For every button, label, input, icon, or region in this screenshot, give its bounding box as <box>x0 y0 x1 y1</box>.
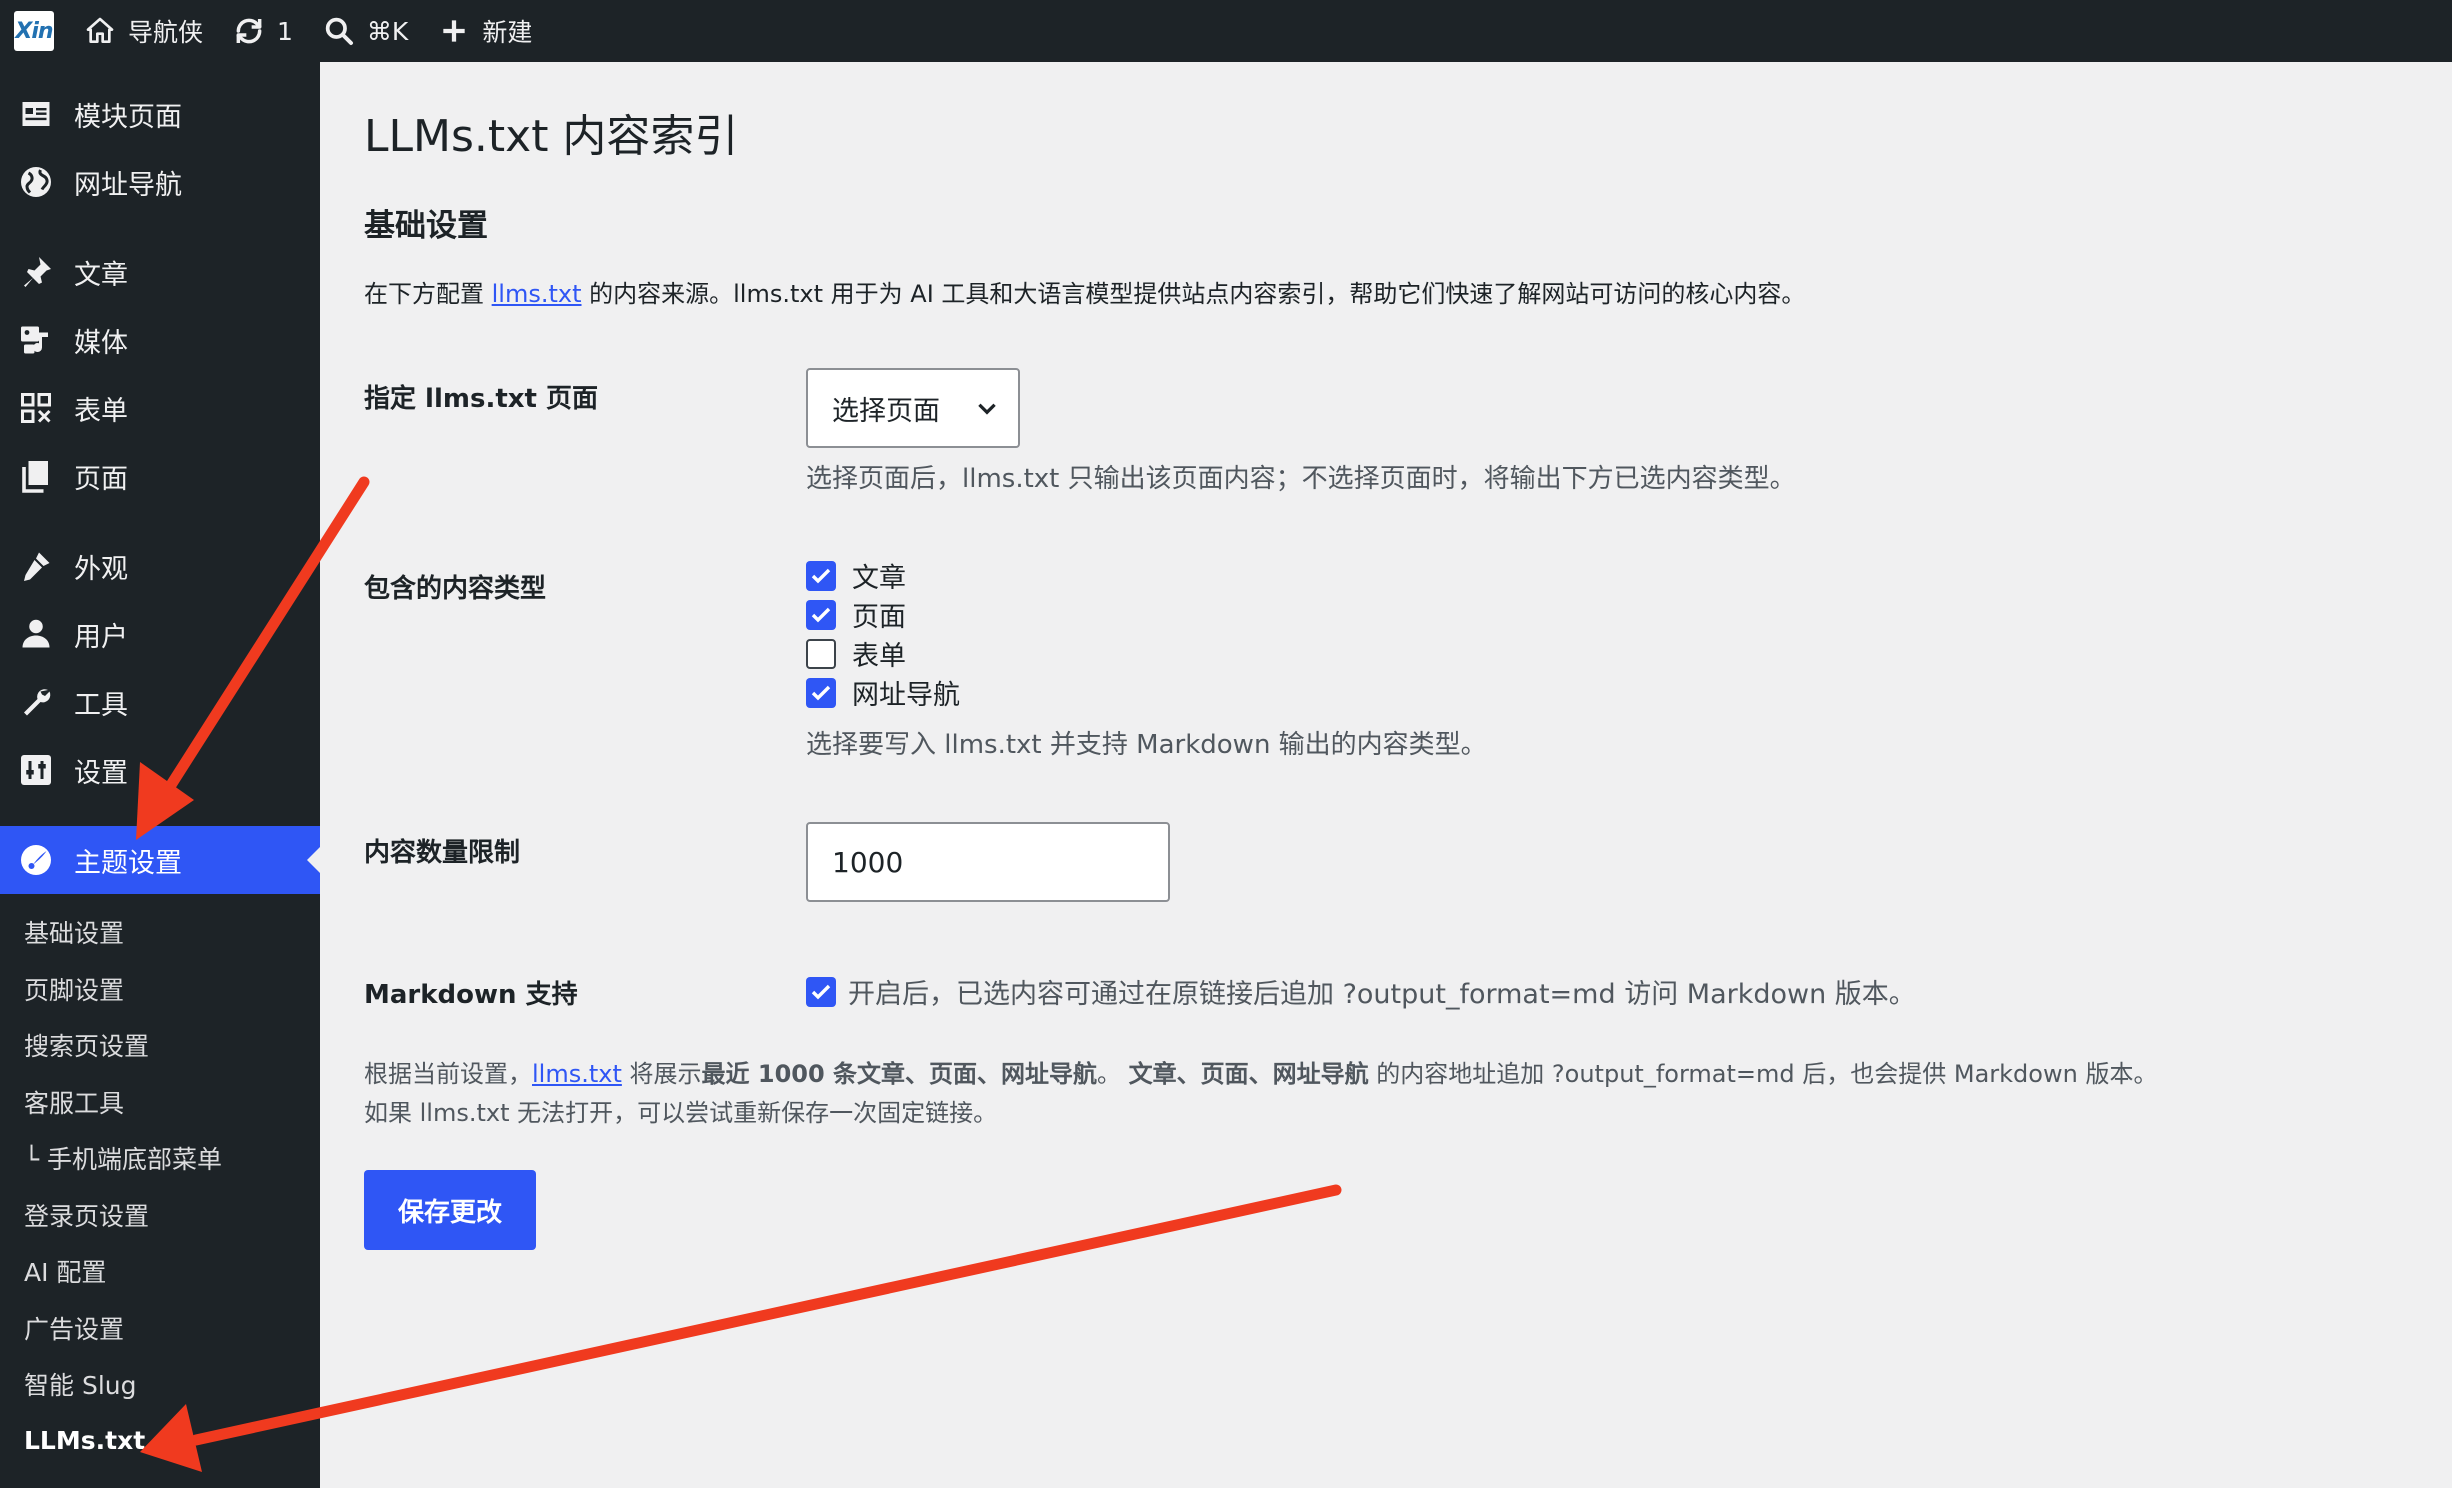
page-select-description: 选择页面后，llms.txt 只输出该页面内容；不选择页面时，将输出下方已选内容… <box>806 464 1796 494</box>
chevron-down-icon <box>978 403 996 415</box>
sidebar-item-modules[interactable]: 模块页面 <box>0 80 320 148</box>
new-content-link[interactable]: 新建 <box>438 13 532 49</box>
updates-link[interactable]: 1 <box>233 15 293 47</box>
content-limit-label: 内容数量限制 <box>364 838 521 868</box>
submenu-item-slug[interactable]: 智能 Slug <box>0 1356 320 1413</box>
form-icon <box>21 393 51 423</box>
sidebar-item-appearance[interactable]: 外观 <box>0 532 320 600</box>
content-types-description: 选择要写入 llms.txt 并支持 Markdown 输出的内容类型。 <box>806 730 1487 760</box>
checkbox-unchecked[interactable] <box>806 638 836 669</box>
pages-icon <box>22 461 48 493</box>
site-name: 导航侠 <box>128 18 204 47</box>
page-select-field: 选择页面 <box>806 368 1020 448</box>
sidebar-item-pages[interactable]: 页面 <box>0 442 320 510</box>
content-types-label: 包含的内容类型 <box>364 574 547 604</box>
checkbox-checked[interactable] <box>806 599 836 630</box>
brush-icon <box>24 552 50 581</box>
site-name-link[interactable]: 导航侠 <box>84 13 203 49</box>
site-logo[interactable]: Xin <box>14 11 54 51</box>
page-select[interactable]: 选择页面 <box>806 368 1020 448</box>
page-title: LLMs.txt 内容索引 <box>364 111 739 162</box>
checkbox-checked[interactable] <box>806 976 836 1007</box>
submenu-item-footer[interactable]: 页脚设置 <box>0 961 320 1018</box>
search-link[interactable]: ⌘K <box>323 15 408 47</box>
markdown-toggle[interactable]: 开启后，已选内容可通过在原链接后追加 ?output_format=md 访问 … <box>806 972 1916 1011</box>
submenu-item-llms[interactable]: LLMs.txt <box>0 1413 320 1470</box>
sidebar-item-nav[interactable]: 网址导航 <box>0 148 320 216</box>
checkbox-item-nav[interactable]: 网址导航 <box>806 673 960 712</box>
globe-icon <box>21 167 51 197</box>
sidebar-item-forms[interactable]: 表单 <box>0 374 320 442</box>
checkbox-checked[interactable] <box>806 677 836 708</box>
save-button[interactable]: 保存更改 <box>364 1170 536 1250</box>
llms-link-2[interactable]: llms.txt <box>532 1060 622 1088</box>
content-limit-field: 1000 <box>806 822 1170 902</box>
checkbox-checked[interactable] <box>806 560 836 591</box>
llms-link[interactable]: llms.txt <box>492 280 582 308</box>
submenu-item-mobile-menu[interactable]: └ 手机端底部菜单 <box>0 1130 320 1187</box>
search-shortcut: ⌘K <box>366 16 409 46</box>
sidebar-item-users[interactable]: 用户 <box>0 600 320 668</box>
theme-icon <box>21 845 51 875</box>
theme-submenu: 基础设置 页脚设置 搜索页设置 客服工具 └ 手机端底部菜单 登录页设置 AI … <box>0 894 320 1469</box>
markdown-label: Markdown 支持 <box>364 980 578 1010</box>
home-icon <box>86 17 114 43</box>
checkbox-item-pages[interactable]: 页面 <box>806 595 960 634</box>
submenu-item-login[interactable]: 登录页设置 <box>0 1187 320 1244</box>
wrench-icon <box>24 689 51 716</box>
permalink-note: 如果 llms.txt 无法打开，可以尝试重新保存一次固定链接。 <box>364 1099 998 1127</box>
page-select-label: 指定 llms.txt 页面 <box>364 384 599 414</box>
sidebar-item-media[interactable]: 媒体 <box>0 306 320 374</box>
user-icon <box>22 619 50 648</box>
markdown-field: 开启后，已选内容可通过在原链接后追加 ?output_format=md 访问 … <box>806 972 1916 1011</box>
sidebar-item-settings[interactable]: 设置 <box>0 736 320 804</box>
checkbox-item-posts[interactable]: 文章 <box>806 556 960 595</box>
intro-text: 在下方配置 llms.txt 的内容来源。llms.txt 用于为 AI 工具和… <box>364 280 1806 308</box>
checkbox-item-forms[interactable]: 表单 <box>806 634 960 673</box>
submenu-item-ai[interactable]: AI 配置 <box>0 1243 320 1300</box>
search-icon <box>325 17 353 45</box>
submenu-item-ads[interactable]: 广告设置 <box>0 1300 320 1357</box>
plus-icon <box>443 20 465 42</box>
layout-icon <box>22 102 50 126</box>
summary-note: 根据当前设置，llms.txt 将展示最近 1000 条文章、页面、网址导航。 … <box>364 1060 2158 1088</box>
pin-icon <box>24 257 51 287</box>
content-limit-input[interactable]: 1000 <box>806 822 1170 902</box>
submenu-item-search[interactable]: 搜索页设置 <box>0 1017 320 1074</box>
content-types-list: 文章 页面 表单 网址导航 <box>806 556 960 712</box>
media-icon <box>21 326 48 354</box>
refresh-icon <box>236 18 262 44</box>
sidebar-item-tools[interactable]: 工具 <box>0 668 320 736</box>
submenu-item-basic[interactable]: 基础设置 <box>0 904 320 961</box>
admin-sidebar: 模块页面 网址导航 文章 媒体 表单 页面 外观 用户 工具 设置 主题设置 基… <box>0 62 320 1488</box>
admin-bar: Xin 导航侠 1 ⌘K 新建 <box>0 0 2452 62</box>
section-title: 基础设置 <box>364 208 488 244</box>
updates-count: 1 <box>277 16 293 46</box>
sidebar-item-posts[interactable]: 文章 <box>0 238 320 306</box>
submenu-item-support[interactable]: 客服工具 <box>0 1074 320 1131</box>
sidebar-item-theme-settings[interactable]: 主题设置 <box>0 826 320 894</box>
new-label: 新建 <box>482 18 533 47</box>
settings-icon <box>21 755 51 785</box>
